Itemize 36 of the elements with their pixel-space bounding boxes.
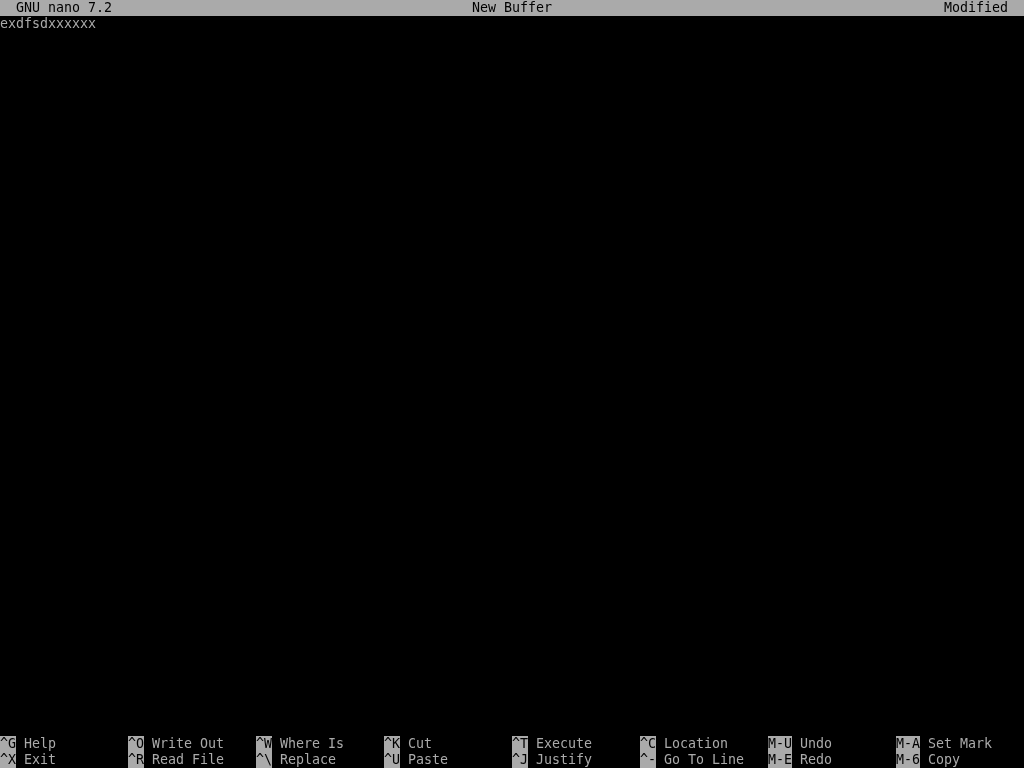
shortcut-key: ^R [128, 752, 144, 768]
shortcut-label: Where Is [280, 736, 345, 752]
shortcut-key: ^K [384, 736, 400, 752]
shortcut-key: ^- [640, 752, 656, 768]
shortcut-label: Paste [408, 752, 449, 768]
shortcut-key: ^C [640, 736, 656, 752]
shortcut-label: Write Out [152, 736, 225, 752]
shortcut-label: Cut [408, 736, 433, 752]
shortcut-key: M-A [896, 736, 921, 752]
shortcut-label: Justify [536, 752, 593, 768]
shortcut-label: Set Mark [928, 736, 993, 752]
shortcut-key: ^J [512, 752, 528, 768]
shortcut-label: Exit [24, 752, 57, 768]
shortcut-label: Help [24, 736, 57, 752]
shortcut-key: ^G [0, 736, 16, 752]
shortcut-key: ^W [256, 736, 272, 752]
app-version: GNU nano 7.2 [16, 0, 113, 16]
shortcut-label: Redo [800, 752, 833, 768]
shortcut-label: Read File [152, 752, 225, 768]
shortcut-key: ^O [128, 736, 144, 752]
shortcut-key: ^\ [256, 752, 272, 768]
shortcut-key: ^X [0, 752, 16, 768]
shortcut-key: M-U [768, 736, 793, 752]
shortcut-key: ^U [384, 752, 400, 768]
shortcut-label: Replace [280, 752, 337, 768]
shortcut-label: Go To Line [664, 752, 745, 768]
shortcut-label: Location [664, 736, 729, 752]
text-line: exdfsdxxxxxx [0, 16, 97, 32]
shortcut-key: M-6 [896, 752, 921, 768]
modified-status: Modified [943, 0, 1008, 16]
shortcut-label: Execute [536, 736, 593, 752]
shortcut-key: M-E [768, 752, 793, 768]
shortcut-label: Copy [928, 752, 961, 768]
buffer-name: New Buffer [471, 0, 553, 16]
shortcut-label: Undo [800, 736, 833, 752]
shortcut-key: ^T [512, 736, 528, 752]
